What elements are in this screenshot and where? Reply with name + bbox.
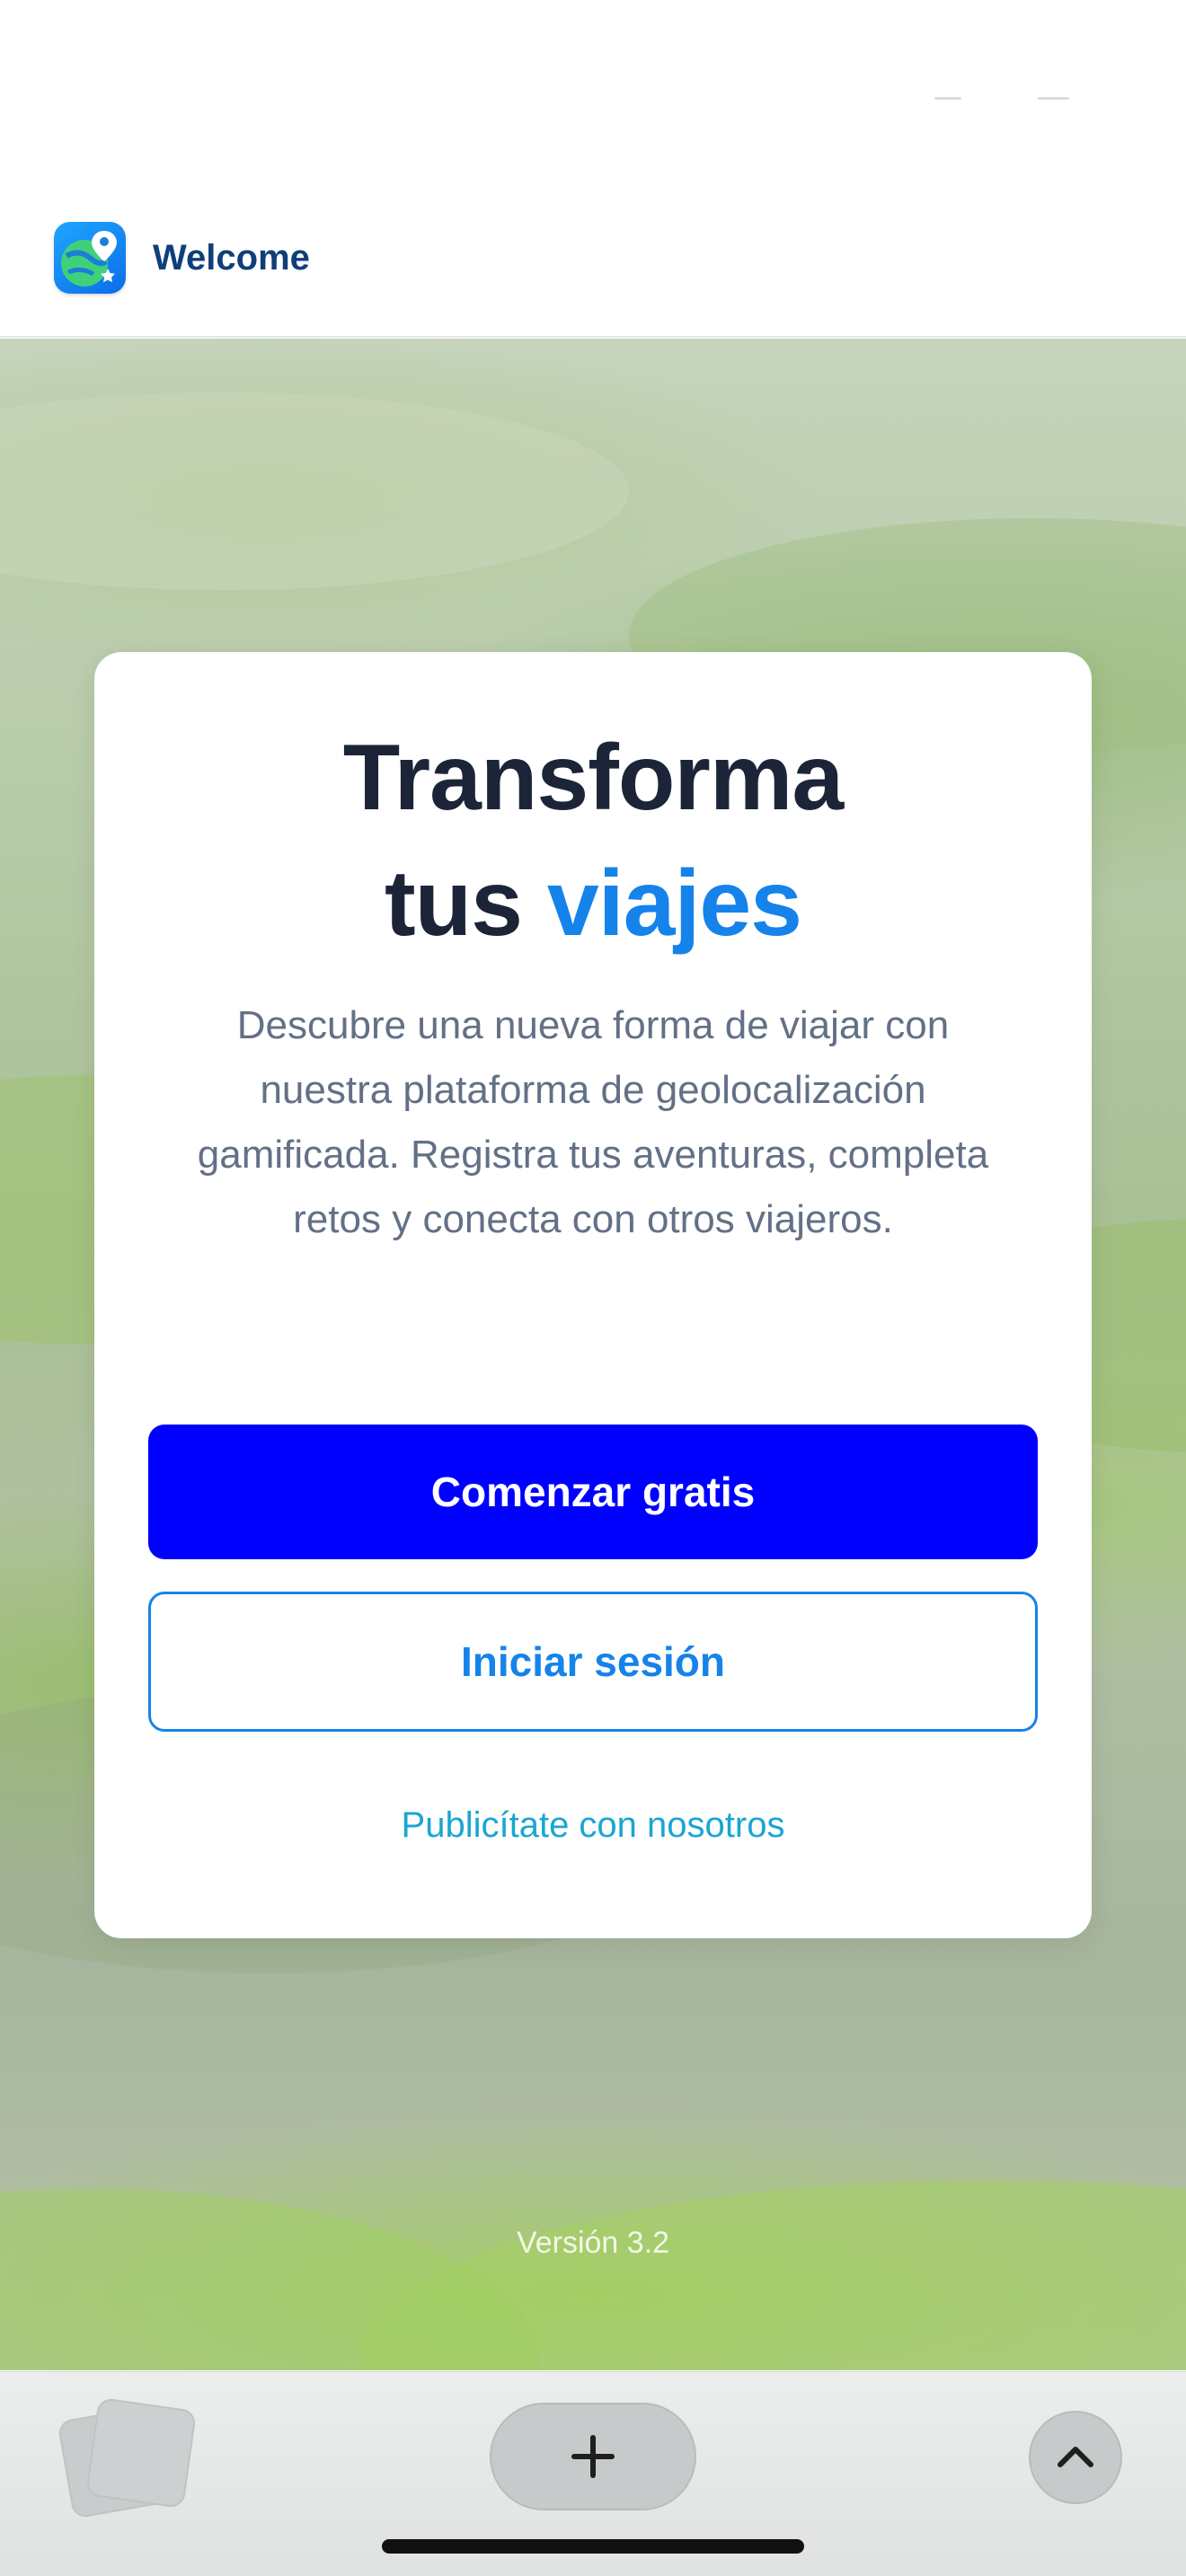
tab-card-front bbox=[84, 2396, 198, 2510]
chevron-up-icon bbox=[1058, 2447, 1093, 2467]
headline-line-2: tus viajes bbox=[94, 841, 1092, 966]
globe-map-pin-app-icon bbox=[54, 222, 126, 294]
tabs-icon[interactable] bbox=[57, 2396, 198, 2519]
headline-line-1: Transforma bbox=[342, 726, 844, 830]
globe-icon bbox=[61, 231, 117, 287]
status-bar bbox=[0, 0, 1186, 180]
hill-decoration bbox=[0, 393, 629, 590]
headline: Transforma tus viajes bbox=[94, 715, 1092, 966]
expand-toolbar-button[interactable] bbox=[1029, 2411, 1122, 2504]
hill-decoration bbox=[0, 2189, 539, 2370]
version-label: Versión 3.2 bbox=[516, 2226, 670, 2260]
description-text: Descubre una nueva forma de viajar con n… bbox=[197, 1003, 989, 1241]
welcome-card: Transforma tus viajes Descubre una nueva… bbox=[94, 652, 1092, 1938]
page-title: Welcome bbox=[153, 237, 310, 278]
start-free-button[interactable]: Comenzar gratis bbox=[148, 1425, 1038, 1559]
home-indicator bbox=[382, 2539, 804, 2554]
status-indicator bbox=[934, 97, 961, 100]
app-header: Welcome bbox=[0, 180, 1186, 338]
headline-plain-word: tus bbox=[384, 851, 523, 956]
status-indicator bbox=[1038, 97, 1069, 100]
advertise-link[interactable]: Publicítate con nosotros bbox=[94, 1805, 1092, 1846]
login-button[interactable]: Iniciar sesión bbox=[148, 1592, 1038, 1732]
new-tab-button[interactable] bbox=[490, 2403, 696, 2510]
plus-icon bbox=[571, 2435, 615, 2478]
headline-accent-word: viajes bbox=[546, 851, 802, 956]
